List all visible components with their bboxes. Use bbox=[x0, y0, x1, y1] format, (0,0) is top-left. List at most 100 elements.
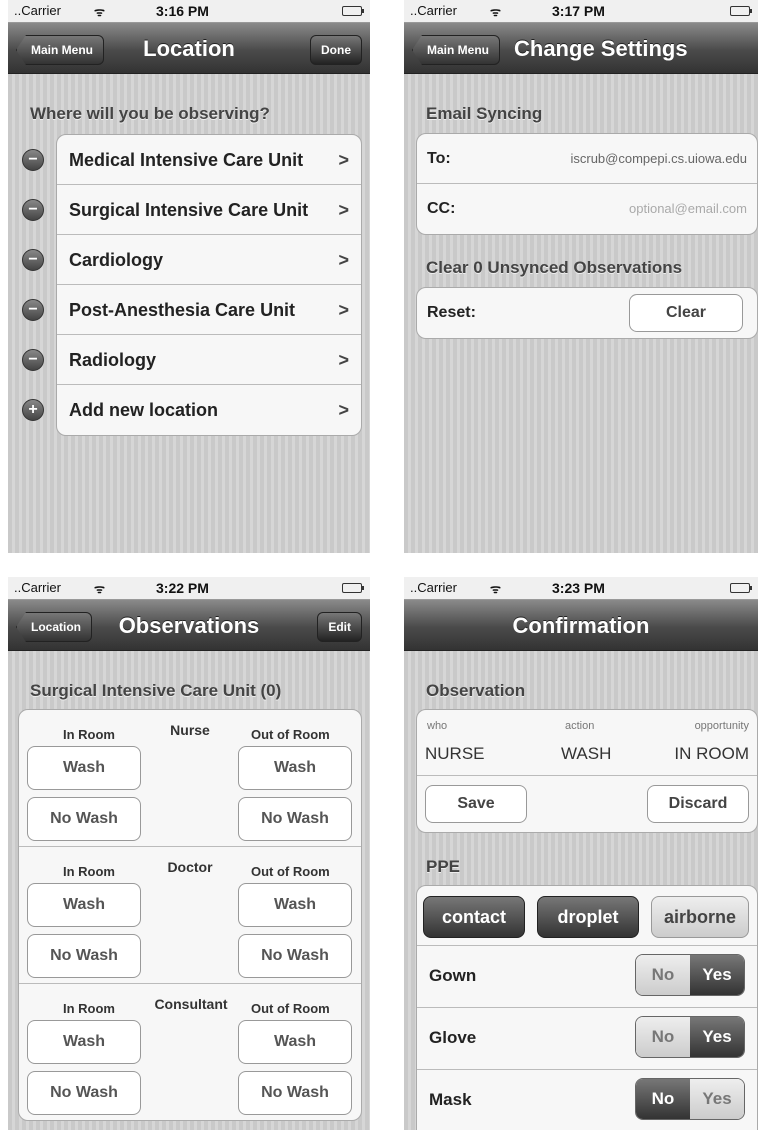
out-room-no-wash-button[interactable]: No Wash bbox=[238, 1071, 352, 1115]
ppe-header: PPE bbox=[426, 857, 461, 876]
ppe-airborne-button[interactable]: airborne bbox=[651, 896, 749, 938]
status-time: 3:22 PM bbox=[156, 580, 209, 596]
location-row-cardiology[interactable]: Cardiology > bbox=[57, 235, 361, 285]
location-row-radiology[interactable]: Radiology > bbox=[57, 335, 361, 385]
cc-field[interactable]: optional@email.com bbox=[629, 184, 747, 234]
out-of-room-label: Out of Room bbox=[251, 864, 330, 879]
status-bar: ..Carrier ᯤ 3:23 PM bbox=[404, 577, 758, 600]
battery-icon bbox=[342, 6, 364, 16]
toggle-no[interactable]: No bbox=[636, 1079, 690, 1119]
location-row-pacu[interactable]: Post-Anesthesia Care Unit > bbox=[57, 285, 361, 335]
glove-label: Glove bbox=[429, 1028, 477, 1047]
glove-toggle[interactable]: No Yes bbox=[635, 1016, 745, 1058]
status-time: 3:16 PM bbox=[156, 3, 209, 19]
out-of-room-label: Out of Room bbox=[251, 727, 330, 742]
chevron-right-icon: > bbox=[338, 300, 349, 320]
clear-button[interactable]: Clear bbox=[629, 294, 743, 332]
role-label: Consultant bbox=[154, 996, 228, 1012]
done-button[interactable]: Done bbox=[310, 35, 362, 65]
observations-screen: ..Carrier ᯤ 3:22 PM Location Observation… bbox=[8, 577, 370, 1130]
out-room-wash-button[interactable]: Wash bbox=[238, 1020, 352, 1064]
chevron-right-icon: > bbox=[338, 150, 349, 170]
in-room-no-wash-button[interactable]: No Wash bbox=[27, 1071, 141, 1115]
location-label: Add new location bbox=[69, 400, 219, 420]
out-room-wash-button[interactable]: Wash bbox=[238, 883, 352, 927]
observation-grid: In Room Nurse Out of Room Wash Wash No W… bbox=[18, 709, 362, 1121]
delete-location-icon[interactable]: − bbox=[22, 249, 44, 271]
chevron-right-icon: > bbox=[338, 400, 349, 420]
gown-row: Gown No Yes bbox=[417, 946, 757, 1008]
location-label: Medical Intensive Care Unit bbox=[69, 150, 304, 170]
section-header: Where will you be observing? bbox=[30, 104, 270, 123]
in-room-wash-button[interactable]: Wash bbox=[27, 883, 141, 927]
discard-button[interactable]: Discard bbox=[647, 785, 749, 823]
out-room-no-wash-button[interactable]: No Wash bbox=[238, 797, 352, 841]
confirmation-screen: ..Carrier ᯤ 3:23 PM Confirmation Observa… bbox=[404, 577, 758, 1130]
in-room-wash-button[interactable]: Wash bbox=[27, 746, 141, 790]
location-label: Cardiology bbox=[69, 250, 164, 270]
nav-bar: Main Menu Change Settings bbox=[404, 23, 758, 74]
role-label: Doctor bbox=[167, 859, 213, 875]
opportunity-label: opportunity bbox=[694, 720, 749, 732]
wifi-icon: ᯤ bbox=[490, 5, 501, 19]
observation-card: who action opportunity NURSE WASH IN ROO… bbox=[416, 709, 758, 833]
wifi-icon: ᯤ bbox=[490, 582, 501, 596]
delete-location-icon[interactable]: − bbox=[22, 199, 44, 221]
gown-toggle[interactable]: No Yes bbox=[635, 954, 745, 996]
toggle-no[interactable]: No bbox=[636, 1017, 690, 1057]
out-room-wash-button[interactable]: Wash bbox=[238, 746, 352, 790]
add-location-icon[interactable]: + bbox=[22, 399, 44, 421]
toggle-yes[interactable]: Yes bbox=[690, 1017, 744, 1057]
location-row-micu[interactable]: Medical Intensive Care Unit > bbox=[57, 135, 361, 185]
toggle-no[interactable]: No bbox=[636, 955, 690, 995]
in-room-wash-button[interactable]: Wash bbox=[27, 1020, 141, 1064]
wifi-icon: ᯤ bbox=[94, 5, 105, 19]
mask-label: Mask bbox=[429, 1090, 472, 1109]
in-room-label: In Room bbox=[63, 1001, 115, 1016]
in-room-no-wash-button[interactable]: No Wash bbox=[27, 797, 141, 841]
to-field[interactable]: iscrub@compepi.cs.uiowa.edu bbox=[570, 134, 747, 184]
mask-toggle[interactable]: No Yes bbox=[635, 1078, 745, 1120]
opportunity-value: IN ROOM bbox=[674, 744, 749, 763]
ppe-row: contact droplet airborne bbox=[417, 886, 757, 946]
battery-icon bbox=[730, 6, 752, 16]
in-room-no-wash-button[interactable]: No Wash bbox=[27, 934, 141, 978]
observation-summary: who action opportunity NURSE WASH IN ROO… bbox=[417, 710, 757, 776]
to-row[interactable]: To: iscrub@compepi.cs.uiowa.edu bbox=[417, 134, 757, 184]
delete-location-icon[interactable]: − bbox=[22, 349, 44, 371]
delete-location-icon[interactable]: − bbox=[22, 299, 44, 321]
in-room-label: In Room bbox=[63, 727, 115, 742]
out-of-room-label: Out of Room bbox=[251, 1001, 330, 1016]
location-list: Medical Intensive Care Unit > Surgical In… bbox=[56, 134, 362, 436]
page-title: Observations bbox=[118, 613, 260, 638]
action-label: action bbox=[565, 720, 595, 732]
in-room-label: In Room bbox=[63, 864, 115, 879]
chevron-right-icon: > bbox=[338, 350, 349, 370]
out-room-no-wash-button[interactable]: No Wash bbox=[238, 934, 352, 978]
save-button[interactable]: Save bbox=[425, 785, 527, 823]
battery-icon bbox=[342, 583, 364, 593]
carrier-label: ..Carrier bbox=[410, 580, 457, 595]
ppe-contact-button[interactable]: contact bbox=[423, 896, 525, 938]
toggle-yes[interactable]: Yes bbox=[690, 955, 744, 995]
location-label: Surgical Intensive Care Unit bbox=[69, 200, 309, 220]
toggle-yes[interactable]: Yes bbox=[690, 1079, 744, 1119]
nurse-group: In Room Nurse Out of Room Wash Wash No W… bbox=[19, 710, 361, 847]
status-bar: ..Carrier ᯤ 3:16 PM bbox=[8, 0, 370, 23]
observation-header: Observation bbox=[426, 681, 526, 700]
status-time: 3:17 PM bbox=[552, 3, 605, 19]
who-label: who bbox=[427, 720, 448, 732]
location-row-add[interactable]: Add new location > bbox=[57, 385, 361, 435]
cc-row[interactable]: CC: optional@email.com bbox=[417, 184, 757, 234]
clear-section-header: Clear 0 Unsynced Observations bbox=[426, 258, 683, 277]
location-row-sicu[interactable]: Surgical Intensive Care Unit > bbox=[57, 185, 361, 235]
main-menu-button[interactable]: Main Menu bbox=[412, 35, 500, 65]
carrier-label: ..Carrier bbox=[14, 3, 61, 18]
edit-button[interactable]: Edit bbox=[317, 612, 362, 642]
delete-location-icon[interactable]: − bbox=[22, 149, 44, 171]
status-bar: ..Carrier ᯤ 3:22 PM bbox=[8, 577, 370, 600]
ppe-droplet-button[interactable]: droplet bbox=[537, 896, 639, 938]
consultant-group: In Room Consultant Out of Room Wash Wash… bbox=[19, 984, 361, 1120]
carrier-label: ..Carrier bbox=[410, 3, 457, 18]
role-label: Nurse bbox=[170, 722, 210, 738]
